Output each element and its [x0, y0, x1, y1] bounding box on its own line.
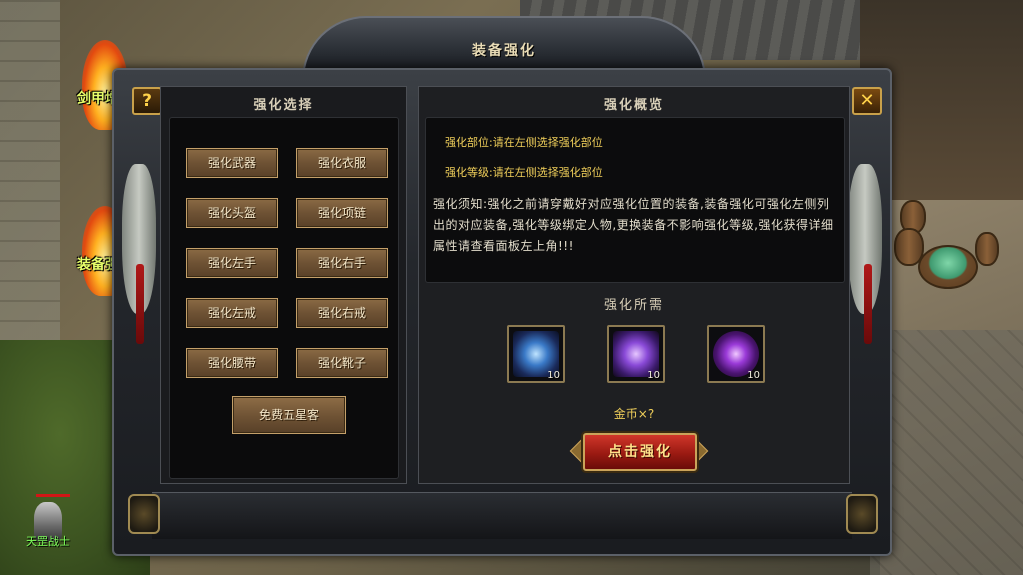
- character-name: 天罡战士: [26, 535, 70, 548]
- material-slot-1[interactable]: 10: [507, 325, 565, 383]
- enhance-part-line: 强化部位:请在左侧选择强化部位: [445, 136, 603, 149]
- enhance-overview-title: 强化概览: [603, 98, 664, 113]
- enhance-necklace-button[interactable]: 强化项链: [296, 198, 388, 228]
- corner-ornament-icon: [128, 494, 160, 534]
- free-five-star-button[interactable]: 免费五星客: [232, 396, 346, 434]
- enhance-right-ring-button[interactable]: 强化右戒: [296, 298, 388, 328]
- corner-ornament-icon: [846, 494, 878, 534]
- material-count: 10: [647, 370, 660, 381]
- bottom-bar: [152, 492, 852, 539]
- help-button[interactable]: ?: [132, 87, 162, 115]
- enhance-belt-button[interactable]: 强化腰带: [186, 348, 278, 378]
- close-icon: ✕: [859, 90, 875, 111]
- question-icon: ?: [142, 91, 152, 111]
- close-button[interactable]: ✕: [852, 87, 882, 115]
- red-tassel-icon: [864, 264, 872, 344]
- enhance-clothes-button[interactable]: 强化衣服: [296, 148, 388, 178]
- material-count: 10: [747, 370, 760, 381]
- barrel-icon: [975, 232, 999, 266]
- material-slot-3[interactable]: 10: [707, 325, 765, 383]
- enhance-selection-title: 强化选择: [253, 98, 314, 113]
- gold-cost-text: 金币×?: [613, 407, 655, 421]
- requirement-title: 强化所需: [603, 298, 664, 313]
- character-hp-bar: [36, 494, 70, 497]
- material-count: 10: [547, 370, 560, 381]
- enhance-weapon-button[interactable]: 强化武器: [186, 148, 278, 178]
- enhance-level-line: 强化等级:请在左侧选择强化部位: [445, 166, 603, 179]
- cobblestone-path: [870, 330, 1023, 575]
- equipment-enhance-dialog: 装备强化 ? ✕ 强化选择 强化武器 强化衣服 强化头盔 强化项链 强化左手 强…: [112, 14, 892, 556]
- enhance-helmet-button[interactable]: 强化头盔: [186, 198, 278, 228]
- enhance-boots-button[interactable]: 强化靴子: [296, 348, 388, 378]
- enhance-overview-panel: 强化概览 强化部位:请在左侧选择强化部位 强化等级:请在左侧选择强化部位 强化须…: [418, 86, 850, 484]
- enhance-right-hand-button[interactable]: 强化右手: [296, 248, 388, 278]
- enhance-button[interactable]: 点击强化: [583, 433, 697, 471]
- water-tub-icon: [918, 245, 978, 289]
- enhance-left-hand-button[interactable]: 强化左手: [186, 248, 278, 278]
- dialog-title: 装备强化: [472, 43, 536, 59]
- material-slot-2[interactable]: 10: [607, 325, 665, 383]
- enhance-notice: 强化须知:强化之前请穿戴好对应强化位置的装备,装备强化可强化左侧列出的对应装备,…: [433, 197, 834, 253]
- overview-info-box: 强化部位:请在左侧选择强化部位 强化等级:请在左侧选择强化部位 强化须知:强化之…: [425, 117, 845, 283]
- red-tassel-icon: [136, 264, 144, 344]
- enhance-left-ring-button[interactable]: 强化左戒: [186, 298, 278, 328]
